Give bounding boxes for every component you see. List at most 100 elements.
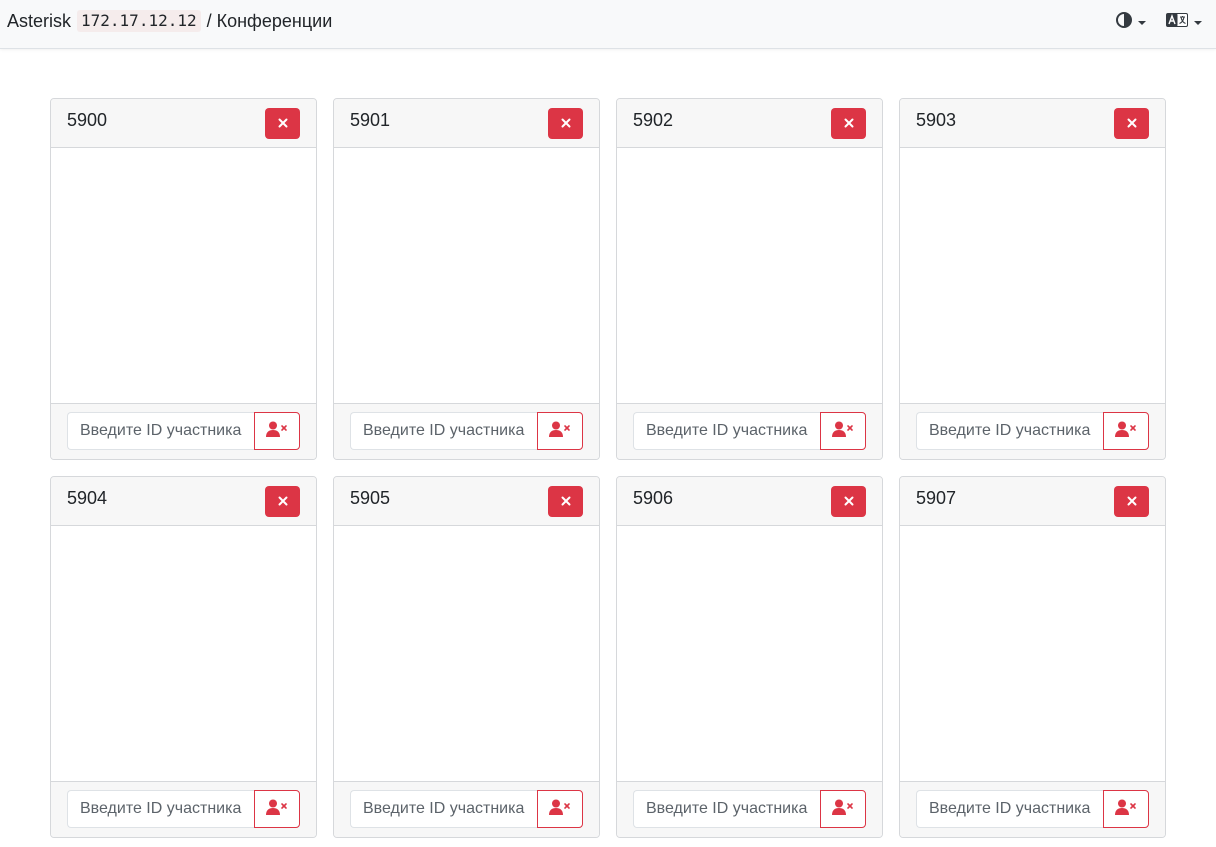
close-icon	[561, 493, 571, 511]
kick-participant-group	[916, 412, 1149, 450]
kick-participant-group	[67, 412, 300, 450]
conference-number: 5906	[633, 488, 674, 508]
conference-card-footer	[334, 781, 599, 837]
conference-number: 5900	[67, 110, 108, 130]
end-conference-button[interactable]	[1114, 486, 1149, 517]
participants-list	[900, 526, 1165, 783]
close-icon	[844, 493, 854, 511]
page-title: Конференции	[216, 11, 333, 31]
user-remove-icon	[1115, 421, 1137, 442]
conference-card-header: 5906	[617, 477, 882, 526]
kick-participant-button[interactable]	[254, 412, 300, 450]
participants-list	[334, 148, 599, 405]
conference-number: 5905	[350, 488, 391, 508]
kick-participant-group	[916, 790, 1149, 828]
participant-id-input[interactable]	[916, 790, 1103, 828]
kick-participant-button[interactable]	[537, 412, 583, 450]
close-icon	[1127, 493, 1137, 511]
conference-card-header: 5904	[51, 477, 316, 526]
conference-card-footer	[51, 403, 316, 459]
end-conference-button[interactable]	[1114, 108, 1149, 139]
app-name[interactable]: Asterisk	[7, 10, 71, 32]
close-icon	[278, 493, 288, 511]
kick-participant-button[interactable]	[537, 790, 583, 828]
user-remove-icon	[549, 421, 571, 442]
conference-card-footer	[51, 781, 316, 837]
host-address: 172.17.12.12	[77, 10, 201, 32]
participant-id-input[interactable]	[633, 790, 820, 828]
participants-list	[334, 526, 599, 783]
conference-number: 5904	[67, 488, 108, 508]
conference-card-5903: 5903	[899, 98, 1166, 460]
participants-list	[617, 148, 882, 405]
user-remove-icon	[1115, 799, 1137, 820]
breadcrumb-separator: /	[206, 11, 212, 31]
participant-id-input[interactable]	[67, 790, 254, 828]
conference-card-footer	[334, 403, 599, 459]
participant-id-input[interactable]	[633, 412, 820, 450]
conference-card-5901: 5901	[333, 98, 600, 460]
close-icon	[1127, 115, 1137, 133]
conference-card-header: 5902	[617, 99, 882, 148]
user-remove-icon	[832, 799, 854, 820]
end-conference-button[interactable]	[265, 486, 300, 517]
end-conference-button[interactable]	[265, 108, 300, 139]
conference-card-header: 5905	[334, 477, 599, 526]
user-remove-icon	[549, 799, 571, 820]
user-remove-icon	[266, 421, 288, 442]
kick-participant-button[interactable]	[254, 790, 300, 828]
participants-list	[51, 148, 316, 405]
user-remove-icon	[832, 421, 854, 442]
conference-card-5900: 5900	[50, 98, 317, 460]
chevron-down-icon	[1194, 20, 1202, 25]
conference-card-footer	[617, 781, 882, 837]
language-dropdown[interactable]	[1166, 13, 1202, 32]
end-conference-button[interactable]	[548, 108, 583, 139]
participant-id-input[interactable]	[350, 412, 537, 450]
conference-number: 5903	[916, 110, 957, 130]
participants-list	[51, 526, 316, 783]
close-icon	[561, 115, 571, 133]
conference-card-footer	[617, 403, 882, 459]
kick-participant-group	[67, 790, 300, 828]
participants-list	[617, 526, 882, 783]
conference-card-5906: 5906	[616, 476, 883, 838]
conference-card-header: 5901	[334, 99, 599, 148]
kick-participant-group	[350, 790, 583, 828]
end-conference-button[interactable]	[548, 486, 583, 517]
close-icon	[844, 115, 854, 133]
participant-id-input[interactable]	[916, 412, 1103, 450]
conference-card-header: 5907	[900, 477, 1165, 526]
kick-participant-button[interactable]	[820, 790, 866, 828]
kick-participant-group	[633, 412, 866, 450]
navbar-tools	[1116, 12, 1202, 33]
translate-icon	[1166, 13, 1188, 32]
participant-id-input[interactable]	[67, 412, 254, 450]
end-conference-button[interactable]	[831, 486, 866, 517]
conference-card-header: 5903	[900, 99, 1165, 148]
conference-card-5905: 5905	[333, 476, 600, 838]
breadcrumb: Asterisk 172.17.12.12 / Конференции	[7, 10, 332, 32]
chevron-down-icon	[1138, 20, 1146, 25]
end-conference-button[interactable]	[831, 108, 866, 139]
conference-number: 5901	[350, 110, 391, 130]
kick-participant-button[interactable]	[1103, 790, 1149, 828]
conference-number: 5902	[633, 110, 674, 130]
contrast-icon	[1116, 12, 1132, 33]
close-icon	[278, 115, 288, 133]
conference-card-5907: 5907	[899, 476, 1166, 838]
participant-id-input[interactable]	[350, 790, 537, 828]
kick-participant-button[interactable]	[820, 412, 866, 450]
kick-participant-button[interactable]	[1103, 412, 1149, 450]
conference-card-5904: 5904	[50, 476, 317, 838]
kick-participant-group	[350, 412, 583, 450]
conference-card-header: 5900	[51, 99, 316, 148]
kick-participant-group	[633, 790, 866, 828]
conference-card-footer	[900, 781, 1165, 837]
conference-card-5902: 5902	[616, 98, 883, 460]
conference-card-footer	[900, 403, 1165, 459]
user-remove-icon	[266, 799, 288, 820]
navbar: Asterisk 172.17.12.12 / Конференции	[0, 0, 1216, 49]
theme-dropdown[interactable]	[1116, 12, 1146, 33]
conference-number: 5907	[916, 488, 957, 508]
